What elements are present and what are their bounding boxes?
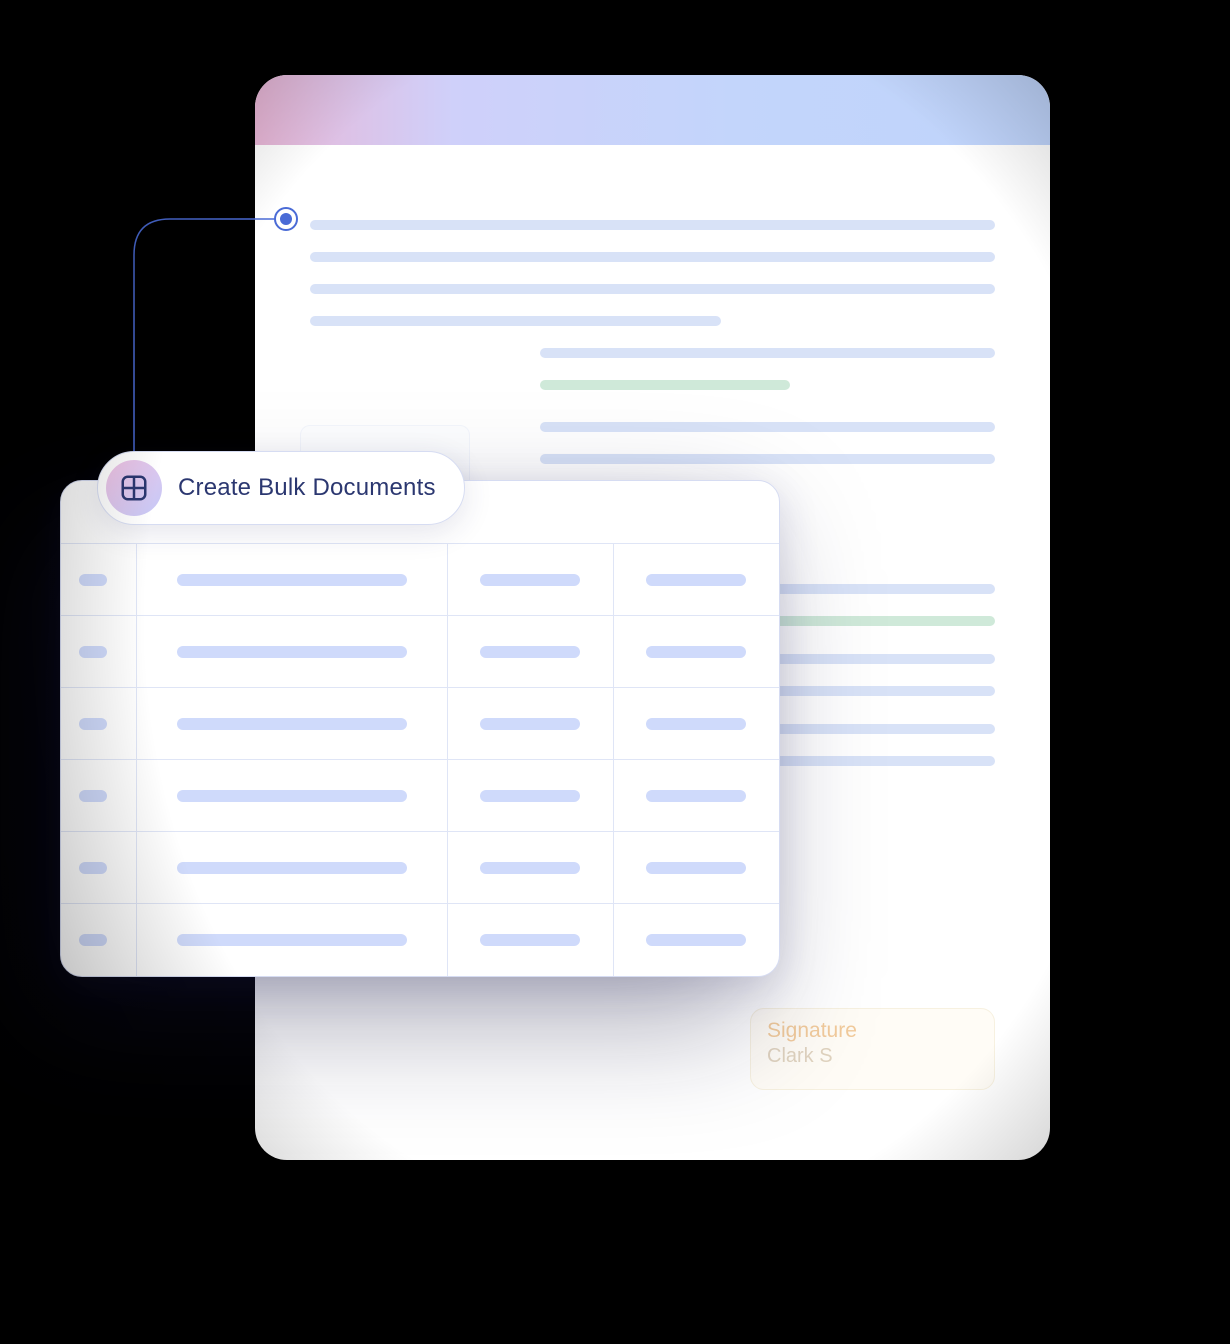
skeleton-cell bbox=[646, 790, 746, 802]
skeleton-cell bbox=[79, 862, 107, 874]
skeleton-cell bbox=[646, 934, 746, 946]
skeleton-cell bbox=[646, 718, 746, 730]
signature-card[interactable]: Signature Clark S bbox=[750, 1008, 995, 1090]
skeleton-cell bbox=[480, 790, 580, 802]
table-cell bbox=[448, 904, 614, 976]
skeleton-cell bbox=[646, 646, 746, 658]
skeleton-cell bbox=[79, 718, 107, 730]
skeleton-line bbox=[310, 316, 721, 326]
table-cell bbox=[448, 616, 614, 688]
skeleton-cell bbox=[177, 790, 407, 802]
table-cell bbox=[613, 760, 779, 832]
table-row[interactable] bbox=[61, 688, 779, 760]
skeleton-line bbox=[540, 422, 995, 432]
window-titlebar bbox=[255, 75, 1050, 145]
table-row[interactable] bbox=[61, 616, 779, 688]
skeleton-line bbox=[310, 220, 995, 230]
skeleton-cell bbox=[177, 862, 407, 874]
table-cell bbox=[61, 688, 136, 760]
skeleton-cell bbox=[177, 934, 407, 946]
skeleton-line bbox=[540, 348, 995, 358]
table-cell bbox=[136, 832, 447, 904]
table-cell bbox=[448, 832, 614, 904]
table-cell bbox=[136, 544, 447, 616]
bulk-documents-card: Create Bulk Documents bbox=[60, 480, 780, 977]
table-cell bbox=[613, 832, 779, 904]
data-table bbox=[61, 543, 779, 976]
table-cell bbox=[613, 904, 779, 976]
table-row[interactable] bbox=[61, 544, 779, 616]
feature-pill-label: Create Bulk Documents bbox=[178, 474, 436, 502]
skeleton-cell bbox=[177, 646, 407, 658]
skeleton-line bbox=[540, 454, 995, 464]
skeleton-cell bbox=[646, 574, 746, 586]
table-cell bbox=[136, 904, 447, 976]
table-row[interactable] bbox=[61, 904, 779, 976]
skeleton-highlight bbox=[540, 380, 790, 390]
table-cell bbox=[448, 760, 614, 832]
skeleton-cell bbox=[480, 934, 580, 946]
table-cell bbox=[61, 616, 136, 688]
skeleton-cell bbox=[646, 862, 746, 874]
skeleton-cell bbox=[480, 574, 580, 586]
table-cell bbox=[448, 688, 614, 760]
table-cell bbox=[613, 544, 779, 616]
table-row[interactable] bbox=[61, 760, 779, 832]
skeleton-cell bbox=[177, 574, 407, 586]
skeleton-cell bbox=[79, 790, 107, 802]
table-cell bbox=[61, 544, 136, 616]
skeleton-cell bbox=[177, 718, 407, 730]
table-cell bbox=[61, 904, 136, 976]
skeleton-cell bbox=[79, 646, 107, 658]
skeleton-cell bbox=[79, 574, 107, 586]
skeleton-cell bbox=[480, 862, 580, 874]
skeleton-cell bbox=[79, 934, 107, 946]
table-cell bbox=[136, 760, 447, 832]
table-cell bbox=[448, 544, 614, 616]
grid-icon bbox=[106, 460, 162, 516]
table-cell bbox=[613, 616, 779, 688]
skeleton-cell bbox=[480, 718, 580, 730]
signature-name: Clark S bbox=[767, 1045, 978, 1068]
table-cell bbox=[136, 688, 447, 760]
skeleton-line bbox=[310, 284, 995, 294]
table-cell bbox=[61, 760, 136, 832]
feature-pill[interactable]: Create Bulk Documents bbox=[97, 451, 465, 525]
signature-label: Signature bbox=[767, 1019, 978, 1043]
skeleton-line bbox=[310, 252, 995, 262]
table-cell bbox=[61, 832, 136, 904]
connector-node-icon bbox=[274, 207, 298, 231]
skeleton-cell bbox=[480, 646, 580, 658]
table-row[interactable] bbox=[61, 832, 779, 904]
table-cell bbox=[136, 616, 447, 688]
canvas: Signature Clark S Create Bulk Documents bbox=[0, 0, 1230, 1344]
table-cell bbox=[613, 688, 779, 760]
